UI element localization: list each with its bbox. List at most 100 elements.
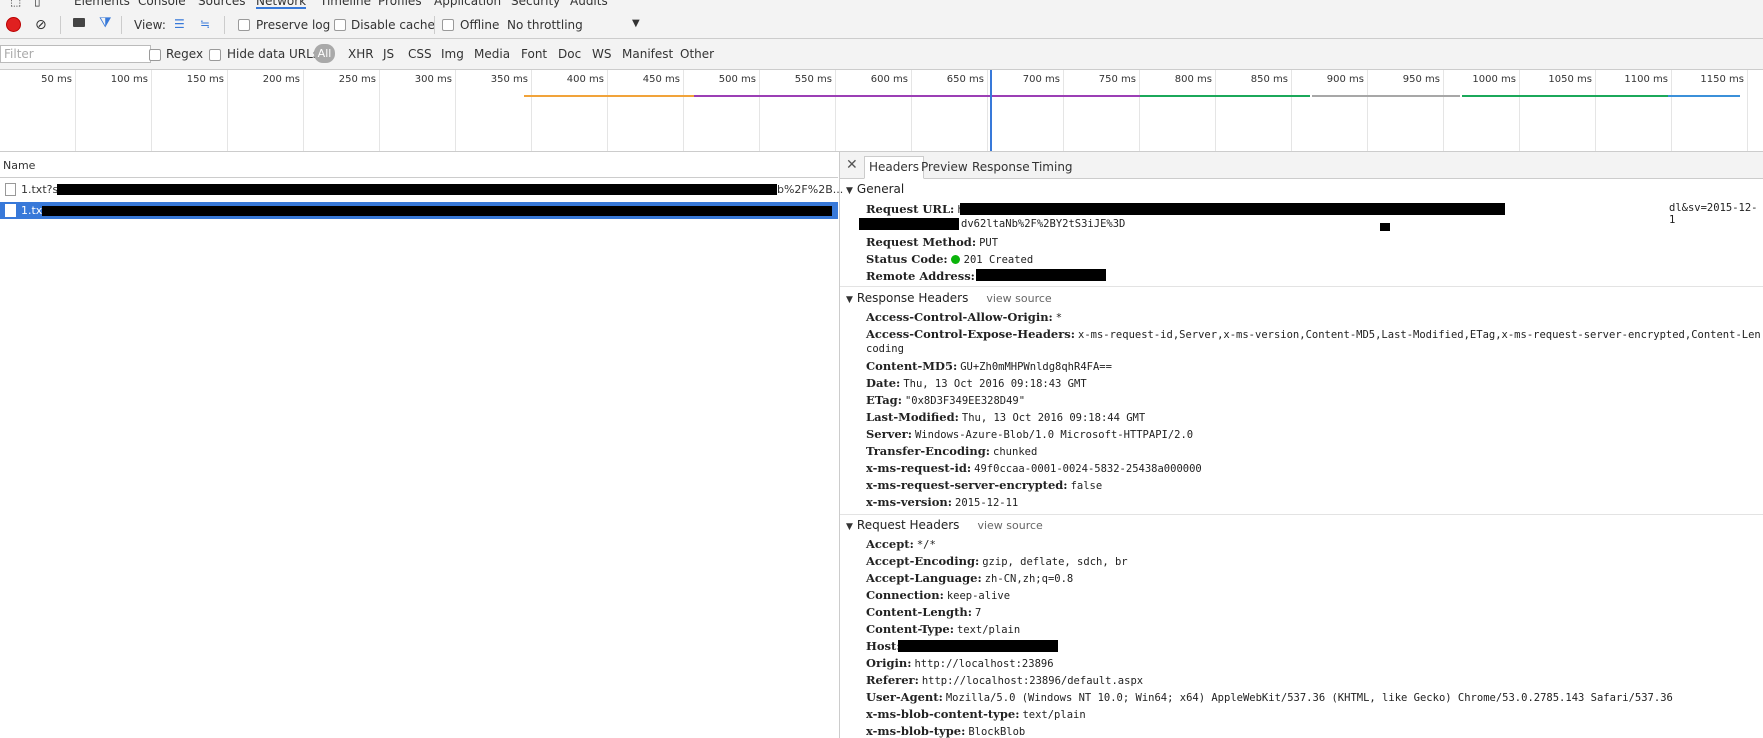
header-value: x-ms-request-id,Server,x-ms-version,Cont… xyxy=(1078,329,1761,341)
network-overview[interactable]: 50 ms 100 ms 150 ms 200 ms 250 ms 300 ms 350 m… xyxy=(0,70,1763,152)
overview-icon[interactable]: ≒ xyxy=(200,17,210,31)
redacted-bar xyxy=(57,184,777,195)
hide-data-urls-checkbox[interactable] xyxy=(209,49,221,61)
overview-bar-gray xyxy=(1312,95,1460,97)
overview-bar-purple xyxy=(694,95,1140,97)
header-row: Origin: http://localhost:23896 xyxy=(866,656,1054,670)
tab-profiles[interactable]: Profiles xyxy=(378,0,422,8)
request-url-row: Request URL:ht xyxy=(866,202,970,216)
tab-preview[interactable]: Preview xyxy=(921,160,968,174)
timeline-gridline xyxy=(911,70,912,151)
disable-cache-label: Disable cache xyxy=(351,18,435,32)
general-section-title[interactable]: ▼ General xyxy=(846,182,904,196)
type-filter-all[interactable]: All xyxy=(314,44,335,63)
header-name: x-ms-request-server-encrypted: xyxy=(866,478,1068,492)
large-rows-icon[interactable]: ☰ xyxy=(174,17,185,31)
header-name: Origin: xyxy=(866,656,912,670)
header-value: http://localhost:23896/default.aspx xyxy=(921,675,1144,687)
toolbar-divider xyxy=(121,16,122,34)
timeline-gridline xyxy=(151,70,152,151)
header-value-continuation: coding xyxy=(866,342,904,355)
request-row-selected[interactable]: 1.txt xyxy=(0,202,838,219)
timeline-tick-label: 600 ms xyxy=(870,74,908,85)
tab-console[interactable]: Console xyxy=(138,0,186,8)
status-ok-icon xyxy=(950,255,960,264)
triangle-down-icon: ▼ xyxy=(846,522,853,532)
type-filter-xhr[interactable]: XHR xyxy=(348,47,374,61)
status-code-row: Status Code: 201 Created xyxy=(866,252,1034,266)
tab-network[interactable]: Network xyxy=(256,0,307,9)
device-toolbar-icon[interactable]: ▯ xyxy=(34,0,41,8)
timeline-tick-label: 150 ms xyxy=(186,74,224,85)
tab-timing[interactable]: Timing xyxy=(1032,160,1073,174)
tab-elements[interactable]: Elements xyxy=(74,0,130,8)
view-label: View: xyxy=(134,18,166,32)
header-name: Access-Control-Expose-Headers: xyxy=(866,327,1075,341)
header-value: GU+Zh0mMHPWnldg8qhR4FA== xyxy=(960,361,1112,373)
timeline-gridline xyxy=(607,70,608,151)
offline-checkbox[interactable] xyxy=(442,19,454,31)
type-filter-media[interactable]: Media xyxy=(474,47,510,61)
regex-checkbox[interactable] xyxy=(149,49,161,61)
tab-headers[interactable]: Headers xyxy=(864,156,924,179)
view-source-link[interactable]: view source xyxy=(977,519,1042,532)
type-filter-other[interactable]: Other xyxy=(680,47,714,61)
type-filter-doc[interactable]: Doc xyxy=(558,47,581,61)
clear-icon[interactable]: ⊘ xyxy=(35,17,47,33)
type-filter-js[interactable]: JS xyxy=(383,47,394,61)
request-row[interactable]: 1.txt?st b%2F%2B... xyxy=(0,181,843,198)
timeline-gridline xyxy=(835,70,836,151)
type-filter-manifest[interactable]: Manifest xyxy=(622,47,673,61)
network-toolbar: ⊘ ⧩ View: ☰ ≒ Preserve log Disable cache… xyxy=(0,12,1763,39)
header-row: Connection: keep-alive xyxy=(866,588,1010,602)
timeline-cursor[interactable] xyxy=(990,70,992,151)
redacted-bar xyxy=(898,640,1058,652)
timeline-gridline xyxy=(1443,70,1444,151)
name-column-header[interactable]: Name xyxy=(0,152,838,178)
header-value: 7 xyxy=(974,607,982,619)
close-icon[interactable]: ✕ xyxy=(846,157,858,173)
remote-address-row: Remote Address:1 xyxy=(866,269,984,283)
header-name: Connection: xyxy=(866,588,944,602)
tab-security[interactable]: Security xyxy=(511,0,560,8)
request-name-suffix: b%2F%2B... xyxy=(777,183,844,196)
header-row: x-ms-request-server-encrypted: false xyxy=(866,478,1102,492)
header-name: x-ms-version: xyxy=(866,495,953,509)
timeline-gridline xyxy=(1595,70,1596,151)
triangle-down-icon: ▼ xyxy=(846,186,853,196)
throttling-select[interactable]: No throttling xyxy=(507,18,583,32)
header-name: Content-MD5: xyxy=(866,359,958,373)
request-headers-section-title[interactable]: ▼ Request Headers view source xyxy=(846,518,1043,532)
type-filter-font[interactable]: Font xyxy=(521,47,547,61)
filter-icon[interactable]: ⧩ xyxy=(99,15,112,31)
tab-sources[interactable]: Sources xyxy=(198,0,245,8)
tab-application[interactable]: Application xyxy=(434,0,501,8)
header-name: ETag: xyxy=(866,393,902,407)
preserve-log-checkbox[interactable] xyxy=(238,19,250,31)
timeline-gridline xyxy=(683,70,684,151)
header-name: Content-Type: xyxy=(866,622,954,636)
record-icon[interactable] xyxy=(7,18,20,31)
filter-input[interactable] xyxy=(0,45,151,63)
header-name: Content-Length: xyxy=(866,605,972,619)
hide-data-urls-label: Hide data URLs xyxy=(227,47,320,61)
view-source-link[interactable]: view source xyxy=(986,292,1051,305)
timeline-tick-label: 650 ms xyxy=(946,74,984,85)
header-value: zh-CN,zh;q=0.8 xyxy=(984,573,1074,585)
tab-timeline[interactable]: Timeline xyxy=(320,0,371,8)
type-filter-img[interactable]: Img xyxy=(441,47,464,61)
response-headers-section-title[interactable]: ▼ Response Headers view source xyxy=(846,291,1052,305)
timeline-tick-label: 1000 ms xyxy=(1472,74,1516,85)
timeline-gridline xyxy=(1747,70,1748,151)
tab-response[interactable]: Response xyxy=(972,160,1030,174)
type-filter-ws[interactable]: WS xyxy=(592,47,611,61)
chevron-down-icon[interactable]: ▼ xyxy=(632,18,640,29)
tab-audits[interactable]: Audits xyxy=(570,0,608,8)
disable-cache-checkbox[interactable] xyxy=(334,19,346,31)
type-filter-css[interactable]: CSS xyxy=(408,47,432,61)
capture-screenshots-icon[interactable] xyxy=(73,18,85,27)
inspect-icon[interactable]: ⬚ xyxy=(10,0,21,8)
timeline-gridline xyxy=(1215,70,1216,151)
headers-pane: ▼General Request URL:ht dl&sv=2015-12-1 … xyxy=(840,179,1763,738)
request-url-line2: dv62ltaNb%2F%2BY2tS3iJE%3D xyxy=(961,218,1126,230)
